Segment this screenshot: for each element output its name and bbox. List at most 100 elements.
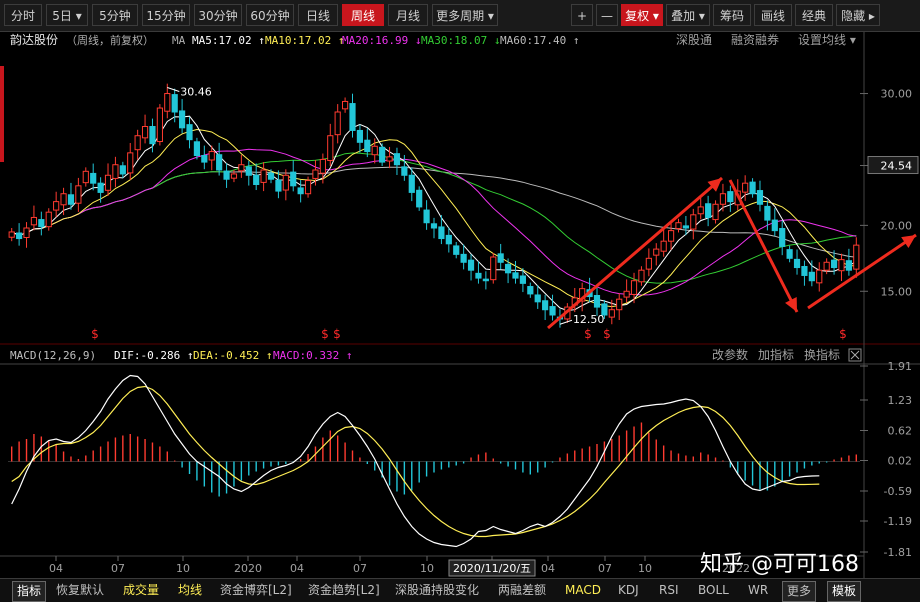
time-label-0: 04: [49, 562, 63, 575]
trend-arrow-up-2-head: [901, 235, 916, 248]
candle-body: [112, 164, 119, 179]
candle-body: [838, 259, 845, 272]
candle-body: [356, 129, 364, 143]
indicator-tab-7[interactable]: 两融差额: [498, 581, 546, 600]
indicator-tab-3[interactable]: 均线: [178, 581, 202, 600]
stock-name: 韵达股份: [10, 32, 58, 47]
macd-link-1[interactable]: 加指标: [758, 347, 794, 362]
period-tab-9[interactable]: 更多周期 ▾: [432, 4, 498, 26]
candle-body: [816, 269, 823, 284]
indicator-tab-0[interactable]: 指标: [12, 581, 47, 602]
tool-button-2[interactable]: 复权 ▾: [621, 4, 663, 26]
macd-link-0[interactable]: 改参数: [712, 347, 748, 362]
price-tick-label: 30.00: [881, 88, 913, 101]
period-tab-4[interactable]: 30分钟: [194, 4, 242, 26]
period-tab-8[interactable]: 月线: [388, 4, 428, 26]
candle-body: [475, 272, 482, 279]
macd-title: MACD(12,26,9): [10, 349, 96, 362]
period-tab-5[interactable]: 60分钟: [246, 4, 294, 26]
candle-body: [482, 278, 489, 282]
tool-button-3[interactable]: 叠加 ▾: [666, 4, 710, 26]
candle-body: [460, 253, 467, 263]
candle-body: [638, 269, 645, 283]
candle-body: [393, 153, 401, 166]
price-link-2[interactable]: 设置均线 ▾: [798, 33, 856, 47]
time-label-4: 04: [290, 562, 304, 575]
price-link-1[interactable]: 融资融券: [731, 32, 779, 47]
candle-body: [319, 158, 326, 174]
indicator-tab-5[interactable]: 资金趋势[L2]: [308, 581, 380, 600]
candle-body: [371, 145, 378, 156]
candle-body: [60, 193, 67, 206]
candle-body: [238, 164, 245, 172]
candle-body: [534, 294, 541, 303]
macd-tick-label: 1.23: [888, 394, 913, 407]
candle-body: [497, 253, 504, 263]
candle-body: [386, 156, 393, 162]
macd-link-2[interactable]: 换指标: [804, 347, 840, 362]
candle-body: [364, 139, 371, 153]
indicator-tab-14[interactable]: 模板: [827, 581, 862, 602]
candle-body: [690, 214, 697, 230]
period-tab-2[interactable]: 5分钟: [92, 4, 138, 26]
indicator-tab-4[interactable]: 资金博弈[L2]: [220, 581, 292, 600]
indicator-tab-9[interactable]: KDJ: [618, 581, 639, 600]
candle-body: [438, 226, 445, 240]
price-link-0[interactable]: 深股通: [676, 33, 712, 47]
stock-chart[interactable]: 韵达股份 （周线，前复权） MA MA5:17.02 ↑ MA10:17.02 ↑MA2…: [0, 32, 920, 578]
period-tab-1[interactable]: 5日 ▾: [46, 4, 88, 26]
event-marker-2: $: [333, 327, 341, 341]
indicator-tab-6[interactable]: 深股通持股变化: [395, 581, 479, 600]
candle-body: [149, 126, 156, 145]
candle-body: [764, 205, 771, 221]
indicator-tab-2[interactable]: 成交量: [123, 581, 159, 600]
candle-body: [290, 171, 297, 187]
indicator-tab-12[interactable]: WR: [748, 581, 768, 600]
period-tab-3[interactable]: 15分钟: [142, 4, 190, 26]
indicator-tab-11[interactable]: BOLL: [698, 581, 729, 600]
time-label-3: 2020: [234, 562, 262, 575]
candle-body: [67, 194, 75, 205]
candle-body: [216, 154, 223, 171]
indicator-tab-1[interactable]: 恢复默认: [56, 581, 104, 600]
chart-mode: （周线，前复权）: [66, 33, 154, 47]
indicator-tab-13[interactable]: 更多: [782, 581, 817, 602]
tool-button-7[interactable]: 隐藏 ▸: [836, 4, 880, 26]
candle-body: [45, 211, 52, 228]
macd-tick-label: 0.62: [888, 425, 913, 438]
tool-button-4[interactable]: 筹码: [713, 4, 751, 26]
time-label-6: 10: [420, 562, 434, 575]
tool-button-6[interactable]: 经典: [795, 4, 833, 26]
candle-body: [445, 234, 452, 245]
candle-body: [38, 219, 45, 228]
candle-body: [416, 189, 423, 208]
candle-body: [275, 179, 282, 192]
indicator-tab-10[interactable]: RSI: [659, 581, 679, 600]
tool-button-5[interactable]: 画线: [754, 4, 792, 26]
candle-body: [808, 271, 815, 282]
period-tab-0[interactable]: 分时: [4, 4, 42, 26]
event-marker-1: $: [321, 327, 329, 341]
candle-body: [90, 172, 97, 184]
candle-body: [749, 181, 756, 195]
candle-body: [756, 190, 764, 205]
candle-body: [82, 170, 89, 184]
macd-tick-label: 0.02: [888, 455, 913, 468]
candle-body: [793, 258, 801, 269]
indicator-tab-8[interactable]: MACD: [565, 581, 601, 600]
dea-legend: DEA:-0.452 ↑: [193, 349, 272, 362]
close-icon[interactable]: [850, 350, 860, 360]
time-label-10: 10: [638, 562, 652, 575]
candle-body: [164, 93, 171, 112]
time-label-7: 2020/11/20/五: [453, 562, 531, 575]
candle-body: [297, 187, 304, 195]
candle-body: [30, 216, 38, 226]
period-tab-6[interactable]: 日线: [298, 4, 338, 26]
candle-body: [527, 286, 534, 295]
tool-button-0[interactable]: +: [571, 4, 593, 26]
candle-body: [519, 275, 526, 284]
ma-label: MA: [172, 34, 186, 47]
candle-body: [141, 126, 149, 139]
tool-button-1[interactable]: —: [596, 4, 618, 26]
period-tab-7[interactable]: 周线: [342, 4, 384, 26]
